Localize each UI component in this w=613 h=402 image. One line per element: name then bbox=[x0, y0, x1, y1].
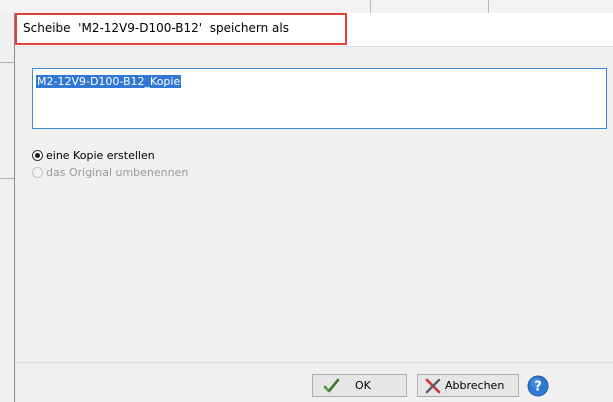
svg-text:?: ? bbox=[534, 380, 542, 395]
dialog-title: Scheibe 'M2-12V9-D100-B12' speichern als bbox=[23, 21, 289, 35]
ok-button[interactable]: OK bbox=[312, 374, 407, 397]
background-divider bbox=[0, 178, 14, 179]
name-input-value[interactable]: M2-12V9-D100-B12_Kopie bbox=[36, 75, 182, 88]
check-icon bbox=[323, 378, 341, 394]
option-create-copy[interactable]: eine Kopie erstellen bbox=[32, 147, 155, 163]
x-icon bbox=[424, 378, 442, 394]
option-rename-original: das Original umbenennen bbox=[32, 164, 188, 180]
cancel-button[interactable]: Abbrechen bbox=[417, 374, 519, 397]
option-rename-original-label: das Original umbenennen bbox=[46, 165, 189, 179]
ok-button-label: OK bbox=[355, 379, 371, 392]
name-input[interactable]: M2-12V9-D100-B12_Kopie bbox=[32, 68, 607, 129]
background-separator bbox=[370, 0, 371, 13]
cancel-button-label: Abbrechen bbox=[445, 379, 505, 392]
save-as-dialog: Scheibe 'M2-12V9-D100-B12' speichern als… bbox=[14, 13, 613, 402]
dialog-titlebar: Scheibe 'M2-12V9-D100-B12' speichern als bbox=[15, 13, 613, 47]
help-icon[interactable]: ? bbox=[527, 375, 549, 397]
background-divider bbox=[0, 62, 14, 63]
background-separator bbox=[488, 0, 489, 13]
radio-rename-original bbox=[32, 166, 43, 178]
option-create-copy-label: eine Kopie erstellen bbox=[46, 148, 155, 162]
radio-create-copy[interactable] bbox=[32, 149, 43, 161]
background-window-panel bbox=[0, 13, 15, 402]
footer-divider bbox=[15, 362, 613, 363]
background-window-toolbar bbox=[0, 0, 613, 13]
